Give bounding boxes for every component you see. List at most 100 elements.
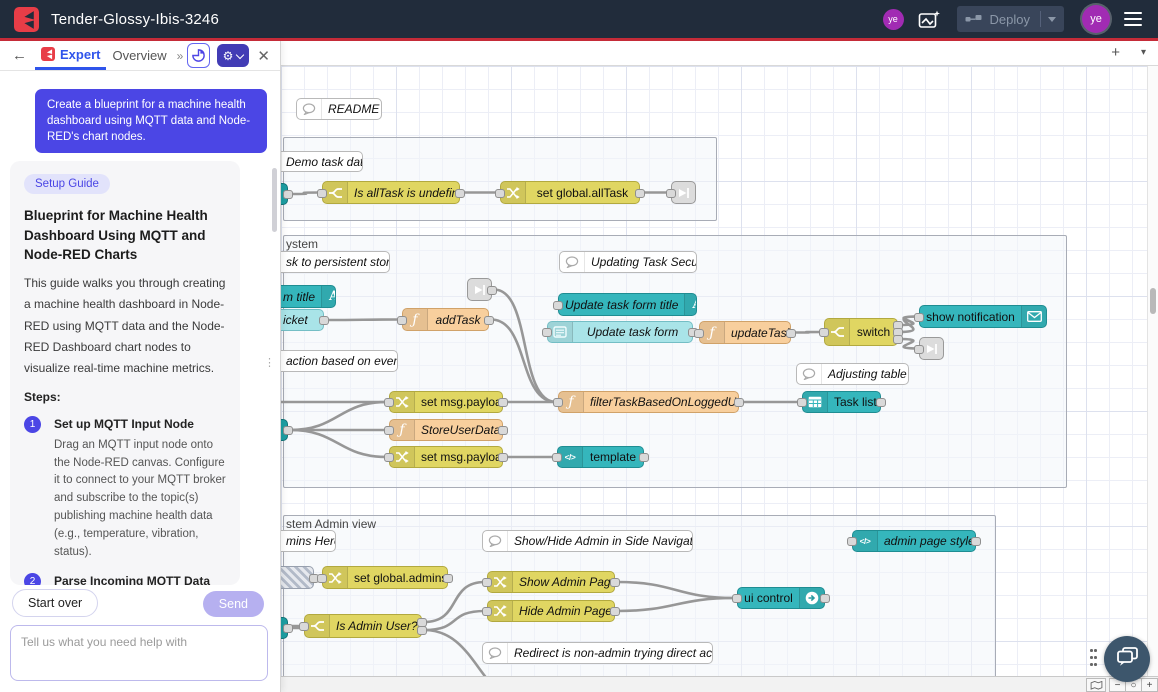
add-flow-button[interactable]: + [1111, 44, 1120, 61]
panel-resize-handle[interactable]: ⋮ [264, 356, 275, 369]
input-port[interactable] [552, 453, 562, 462]
flow-node-switch2[interactable]: switch [824, 318, 898, 346]
flow-node-filter[interactable]: ƒfilterTaskBasedOnLoggedUser [558, 391, 739, 413]
support-chat-button[interactable] [1104, 636, 1150, 682]
flow-node-notify[interactable]: show notification [919, 305, 1047, 328]
chat-fab-drag-handle[interactable] [1090, 649, 1098, 670]
flow-node-updatetask[interactable]: ƒupdateTask [699, 321, 791, 344]
comment-node-c_demo[interactable]: Demo task data [281, 151, 363, 172]
input-port[interactable] [482, 578, 492, 587]
input-port[interactable] [847, 537, 857, 546]
input-port[interactable] [384, 426, 394, 435]
input-port[interactable] [694, 329, 704, 338]
start-over-button[interactable]: Start over [12, 589, 98, 617]
output-port[interactable] [498, 453, 508, 462]
output-port[interactable] [893, 335, 903, 344]
flow-node-upd_form[interactable]: Update task form [547, 321, 693, 343]
flow-node-is_alltask[interactable]: Is allTask is undefined [322, 181, 460, 204]
flow-node-link2[interactable] [467, 278, 492, 301]
input-port[interactable] [542, 328, 552, 337]
flow-node-addtask[interactable]: ƒaddTask [402, 308, 489, 331]
output-port[interactable] [610, 578, 620, 587]
flow-node-admin_style[interactable]: </>admin page style [852, 530, 976, 552]
input-port[interactable] [384, 453, 394, 462]
output-port[interactable] [283, 190, 293, 199]
output-port[interactable] [417, 626, 427, 635]
output-port[interactable] [820, 594, 830, 603]
input-port[interactable] [299, 622, 309, 631]
output-port[interactable] [786, 329, 796, 338]
menu-icon[interactable] [1124, 12, 1142, 27]
flow-node-set_payload1[interactable]: set msg.payload [389, 391, 503, 413]
comment-node-readme[interactable]: README [296, 98, 382, 120]
flow-node-tasklist[interactable]: Task list [802, 391, 881, 413]
input-port[interactable] [317, 189, 327, 198]
flow-node-set_admins[interactable]: set global.admins [322, 566, 448, 589]
input-port[interactable] [553, 301, 563, 310]
output-port[interactable] [283, 426, 293, 435]
output-port[interactable] [635, 189, 645, 198]
input-port[interactable] [666, 189, 676, 198]
zoom-in-button[interactable]: + [1141, 678, 1158, 692]
input-port[interactable] [482, 607, 492, 616]
flow-node-stub2[interactable] [281, 419, 288, 441]
flow-node-linkout2[interactable] [919, 337, 944, 360]
input-port[interactable] [914, 313, 924, 322]
settings-button[interactable]: ⚙ [217, 44, 250, 67]
avatar-large[interactable]: ye [1082, 5, 1110, 33]
flow-node-m_title[interactable]: m titleA [281, 285, 336, 308]
input-port[interactable] [317, 574, 327, 583]
output-port[interactable] [484, 316, 494, 325]
tab-expert[interactable]: Expert [35, 41, 106, 70]
ai-flow-icon[interactable] [918, 10, 941, 29]
flow-node-icket[interactable]: icket [281, 309, 324, 331]
flow-node-set_alltask[interactable]: set global.allTask [500, 181, 640, 204]
comment-node-c_showhide[interactable]: Show/Hide Admin in Side Navigation [482, 530, 693, 552]
flow-node-linkout1[interactable] [671, 181, 696, 204]
flow-node-stub3[interactable] [281, 617, 288, 639]
comment-node-c_redirect[interactable]: Redirect is non-admin trying direct acce… [482, 642, 713, 664]
output-port[interactable] [487, 286, 497, 295]
comment-node-c_updating[interactable]: Updating Task Securely [559, 251, 697, 273]
input-port[interactable] [495, 189, 505, 198]
input-port[interactable] [732, 594, 742, 603]
comment-node-c_admins[interactable]: mins Here [281, 530, 336, 552]
output-port[interactable] [734, 398, 744, 407]
flow-node-store[interactable]: ƒStoreUserData [389, 419, 503, 441]
comment-node-c_persist[interactable]: sk to persistent storage [281, 251, 390, 273]
output-port[interactable] [498, 398, 508, 407]
flow-node-set_payload2[interactable]: set msg.payload [389, 446, 503, 468]
input-port[interactable] [384, 398, 394, 407]
input-port[interactable] [397, 316, 407, 325]
output-port[interactable] [639, 453, 649, 462]
input-port[interactable] [797, 398, 807, 407]
deploy-caret-icon[interactable] [1048, 17, 1056, 22]
output-port[interactable] [319, 316, 329, 325]
output-port[interactable] [971, 537, 981, 546]
close-icon[interactable]: ✕ [257, 47, 270, 65]
output-port[interactable] [498, 426, 508, 435]
chat-input[interactable] [10, 625, 268, 681]
comment-node-c_action[interactable]: action based on event [281, 350, 398, 372]
avatar-small[interactable]: ye [883, 9, 904, 30]
flow-node-upd_title[interactable]: Update task form titleA [558, 293, 697, 316]
more-tabs-icon[interactable]: » [177, 49, 184, 63]
flow-node-hide_admin[interactable]: Hide Admin Page [487, 600, 615, 622]
flow-node-is_admin[interactable]: Is Admin User? [304, 614, 422, 638]
navigator-button[interactable] [1086, 678, 1106, 692]
flow-node-ui_control[interactable]: ui control [737, 587, 825, 609]
output-port[interactable] [876, 398, 886, 407]
output-port[interactable] [610, 607, 620, 616]
flow-list-icon[interactable]: ▾ [1141, 47, 1146, 58]
deploy-button[interactable]: Deploy [957, 6, 1064, 32]
pie-chart-button[interactable] [187, 43, 209, 68]
flow-node-stub_demo[interactable] [281, 183, 288, 205]
output-port[interactable] [455, 189, 465, 198]
input-port[interactable] [553, 398, 563, 407]
tab-overview[interactable]: Overview [106, 41, 172, 70]
back-arrow-icon[interactable]: ← [12, 47, 27, 64]
comment-node-c_adjust[interactable]: Adjusting table [796, 363, 909, 385]
input-port[interactable] [914, 345, 924, 354]
flow-node-hatch1[interactable] [281, 566, 314, 589]
output-port[interactable] [443, 574, 453, 583]
